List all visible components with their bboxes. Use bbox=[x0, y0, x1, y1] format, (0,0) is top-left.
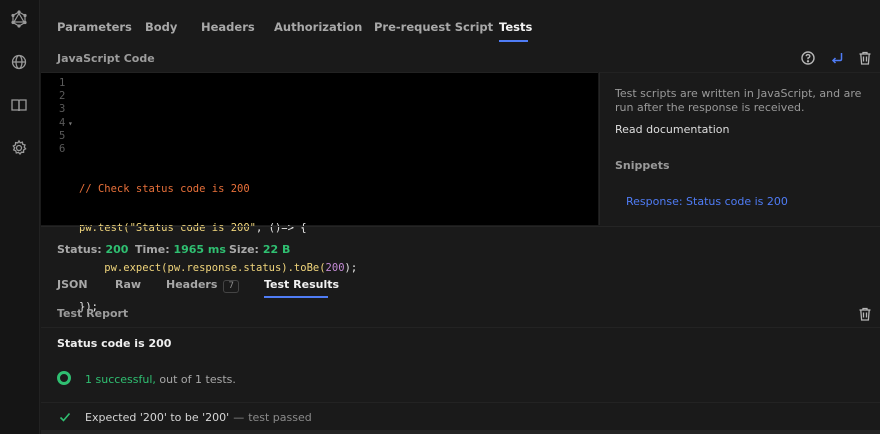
fold-chevron-icon[interactable]: ▾ bbox=[68, 117, 73, 130]
test-result-row: Expected '200' to be '200' — test passed bbox=[41, 402, 880, 430]
test-report-header bbox=[41, 300, 880, 328]
gear-icon[interactable] bbox=[10, 139, 28, 157]
tab-raw[interactable]: Raw bbox=[115, 278, 141, 291]
snippet-status-code[interactable]: Response: Status code is 200 bbox=[626, 195, 788, 208]
status-info: Status: 200 bbox=[57, 243, 128, 256]
line-number: 1 bbox=[59, 77, 66, 89]
help-side-panel: Test scripts are written in JavaScript, … bbox=[599, 72, 880, 225]
test-summary: 1 successful, out of 1 tests. bbox=[85, 373, 236, 386]
snippets-heading: Snippets bbox=[615, 159, 670, 172]
clear-results-trash-icon[interactable] bbox=[857, 306, 873, 322]
time-info: Time: 1965 ms bbox=[135, 243, 226, 256]
check-icon bbox=[59, 411, 71, 423]
tab-test-results[interactable]: Test Results bbox=[264, 278, 339, 291]
line-number: 4 bbox=[59, 116, 66, 129]
code-section-header: JavaScript Code bbox=[41, 46, 880, 72]
help-icon[interactable] bbox=[800, 50, 816, 66]
line-number: 5 bbox=[59, 129, 66, 142]
section-title: JavaScript Code bbox=[57, 52, 155, 65]
code-editor[interactable]: 1 2 3 4 ▾ 5 6 // Check status code is 200… bbox=[41, 72, 598, 313]
globe-icon[interactable] bbox=[10, 53, 28, 71]
success-ring-icon bbox=[57, 371, 71, 385]
tab-json[interactable]: JSON bbox=[57, 278, 88, 291]
line-numbers: 1 2 3 4 ▾ 5 6 bbox=[41, 77, 75, 156]
response-status-bar: Status: 200 Time: 1965 ms Size: 22 B bbox=[41, 226, 880, 266]
tab-parameters[interactable]: Parameters bbox=[57, 20, 132, 34]
line-number: 2 bbox=[59, 90, 66, 103]
size-label: Size: bbox=[229, 243, 259, 256]
bottom-scroll-strip bbox=[41, 430, 880, 434]
line-number: 6 bbox=[59, 142, 66, 155]
tab-headers[interactable]: Headers bbox=[201, 20, 255, 34]
time-value: 1965 ms bbox=[173, 243, 226, 256]
result-expectation: Expected '200' to be '200' bbox=[85, 411, 230, 424]
book-icon[interactable] bbox=[10, 96, 28, 114]
tab-label: Headers bbox=[166, 278, 218, 291]
main-panel: Parameters Body Headers Authorization Pr… bbox=[41, 0, 880, 434]
tab-response-headers[interactable]: Headers 7 bbox=[166, 278, 240, 293]
line-number: 3 bbox=[59, 103, 66, 116]
status-value: 200 bbox=[105, 243, 129, 256]
code-line: // Check status code is 200 bbox=[79, 183, 357, 196]
test-report-title: Test Report bbox=[57, 307, 129, 320]
tab-body[interactable]: Body bbox=[145, 20, 177, 34]
result-text: Expected '200' to be '200' — test passed bbox=[85, 411, 312, 424]
result-status: test passed bbox=[248, 411, 312, 424]
test-name: Status code is 200 bbox=[57, 337, 172, 350]
summary-rest: out of 1 tests. bbox=[155, 373, 236, 386]
trash-icon[interactable] bbox=[857, 50, 873, 66]
status-label: Status: bbox=[57, 243, 102, 256]
line-number-with-fold: 4 ▾ bbox=[41, 117, 75, 130]
request-tabs: Parameters Body Headers Authorization Pr… bbox=[41, 0, 880, 46]
result-separator: — bbox=[233, 411, 245, 424]
read-documentation-link[interactable]: Read documentation bbox=[615, 123, 729, 136]
tab-tests[interactable]: Tests bbox=[499, 20, 532, 34]
summary-success-count: 1 successful, bbox=[85, 373, 156, 386]
code-comment: // Check status code is 200 bbox=[79, 182, 250, 195]
headers-count-badge: 7 bbox=[223, 280, 240, 293]
size-value: 22 B bbox=[262, 243, 291, 256]
active-response-tab-indicator bbox=[264, 296, 328, 298]
size-info: Size: 22 B bbox=[229, 243, 290, 256]
tab-authorization[interactable]: Authorization bbox=[274, 20, 362, 34]
sidebar-rail bbox=[0, 0, 40, 434]
wrap-lines-icon[interactable] bbox=[829, 50, 845, 66]
tab-pre-request-script[interactable]: Pre-request Script bbox=[374, 20, 493, 34]
active-tab-indicator bbox=[499, 40, 528, 42]
time-label: Time: bbox=[135, 243, 170, 256]
side-description: Test scripts are written in JavaScript, … bbox=[615, 87, 862, 114]
graphql-icon[interactable] bbox=[10, 10, 28, 28]
